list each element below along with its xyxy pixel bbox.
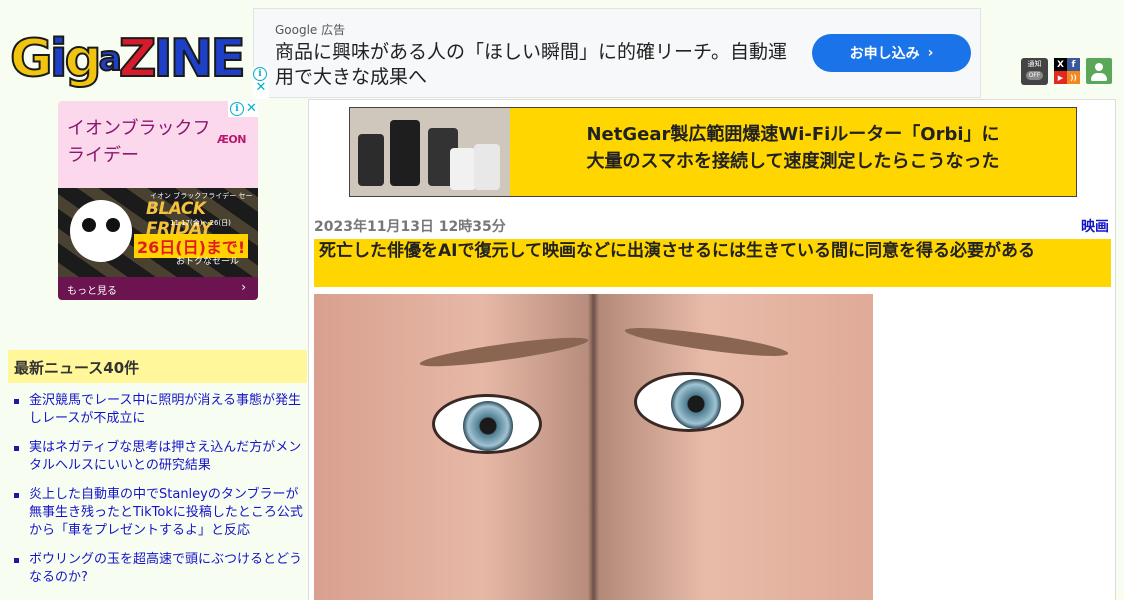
aeon-logo: ÆON <box>217 133 247 146</box>
news-link[interactable]: 金沢競馬でレース中に照明が消える事態が発生しレースが不成立に <box>29 393 301 426</box>
logo-letter: Z <box>118 29 158 89</box>
ad-cta-label: お申し込み <box>849 46 920 62</box>
logo-letter: i <box>49 29 69 89</box>
ad-info-icon[interactable]: i <box>230 102 244 116</box>
banner-sale: おトクなセール <box>176 257 240 267</box>
logo-letter: G <box>9 29 54 89</box>
ad-close-icon[interactable]: ✕ <box>246 102 257 116</box>
article-title-bar: 死亡した俳優をAIで復元して映画などに出演させるには生きている間に同意を得る必要… <box>314 239 1111 287</box>
article-category-link[interactable]: 映画 <box>1081 216 1109 236</box>
logo-letter: I <box>152 29 173 89</box>
notification-state: OFF <box>1025 71 1044 80</box>
banner-dates: 11.17(金)〜26(日) <box>170 219 231 227</box>
rss-icon[interactable]: )) <box>1067 71 1080 84</box>
ad-close-icon[interactable]: ✕ <box>253 81 269 95</box>
promo-text: NetGear製広範囲爆速Wi-Fiルーター「Orbi」に 大量のスマホを接続し… <box>510 121 1076 175</box>
article-date: 2023年11月13日 12時35分 <box>314 219 506 235</box>
side-banner-ad[interactable]: イオンブラックフライデー ÆON i ✕ イオン ブラックフライデー セール B… <box>58 101 258 300</box>
see-more-label: もっと見る <box>67 286 117 297</box>
header-icons: 通知 OFF X f ▶ )) <box>1021 58 1112 85</box>
user-icon[interactable] <box>1086 58 1112 84</box>
black-friday-banner[interactable]: イオン ブラックフライデー セール BLACK FRIDAY 11.17(金)〜… <box>58 188 258 277</box>
youtube-icon[interactable]: ▶ <box>1054 71 1067 84</box>
gigazine-logo[interactable]: GigaZINE <box>9 29 247 89</box>
ad-choices[interactable]: i ✕ <box>253 67 269 99</box>
main-content: NetGear製広範囲爆速Wi-Fiルーター「Orbi」に 大量のスマホを接続し… <box>308 99 1116 600</box>
chevron-right-icon: › <box>927 45 934 61</box>
ad-choices[interactable]: i ✕ <box>228 101 258 117</box>
logo-letter: a <box>98 39 123 79</box>
notification-toggle[interactable]: 通知 OFF <box>1021 58 1048 85</box>
facebook-icon[interactable]: f <box>1067 58 1080 71</box>
latest-news-heading: 最新ニュース40件 <box>8 350 307 383</box>
notification-label: 通知 <box>1027 60 1042 68</box>
ad-source-label: Google 広告 <box>275 23 346 37</box>
news-link[interactable]: 実はネガティブな思考は押さえ込んだ方がメンタルヘルスにいいとの研究結果 <box>29 440 301 473</box>
logo-letter: g <box>64 29 103 89</box>
news-link[interactable]: ボウリングの玉を超高速で頭にぶつけるとどうなるのか? <box>29 552 302 585</box>
see-more-button[interactable]: もっと見る › <box>58 277 258 300</box>
list-item: 炎上した自動車の中でStanleyのタンブラーが無事生き残ったとTikTokに投… <box>8 486 307 540</box>
side-ad-title: イオンブラックフライデー <box>67 118 211 166</box>
ad-headline[interactable]: 商品に興味がある人の「ほしい瞬間」に的確リーチ。自動運用で大きな成果へ <box>275 40 795 90</box>
article-hero-image <box>314 294 873 600</box>
list-item: 実はネガティブな思考は押さえ込んだ方がメンタルヘルスにいいとの研究結果 <box>8 439 307 475</box>
top-banner-ad[interactable]: Google 広告 商品に興味がある人の「ほしい瞬間」に的確リーチ。自動運用で大… <box>253 8 981 99</box>
news-link[interactable]: 炎上した自動車の中でStanleyのタンブラーが無事生き残ったとTikTokに投… <box>29 487 303 538</box>
ad-cta-button[interactable]: お申し込み › <box>812 34 971 72</box>
latest-news-list: 金沢競馬でレース中に照明が消える事態が発生しレースが不成立に 実はネガティブな思… <box>8 392 307 598</box>
promo-line: NetGear製広範囲爆速Wi-Fiルーター「Orbi」に <box>586 124 1000 145</box>
x-icon[interactable]: X <box>1054 58 1067 71</box>
panda-mascot <box>70 200 132 262</box>
promo-line: 大量のスマホを接続して速度測定したらこうなった <box>586 151 1000 172</box>
logo-letter: N <box>169 29 214 89</box>
chevron-right-icon: › <box>241 280 246 294</box>
promo-banner[interactable]: NetGear製広範囲爆速Wi-Fiルーター「Orbi」に 大量のスマホを接続し… <box>349 107 1077 197</box>
list-item: ボウリングの玉を超高速で頭にぶつけるとどうなるのか? <box>8 551 307 587</box>
social-icons: X f ▶ )) <box>1054 58 1080 84</box>
ad-info-icon[interactable]: i <box>253 67 267 81</box>
list-item: 金沢競馬でレース中に照明が消える事態が発生しレースが不成立に <box>8 392 307 428</box>
logo-letter: E <box>209 29 246 89</box>
router-photo <box>350 108 510 196</box>
article-title: 死亡した俳優をAIで復元して映画などに出演させるには生きている間に同意を得る必要… <box>319 241 1035 261</box>
